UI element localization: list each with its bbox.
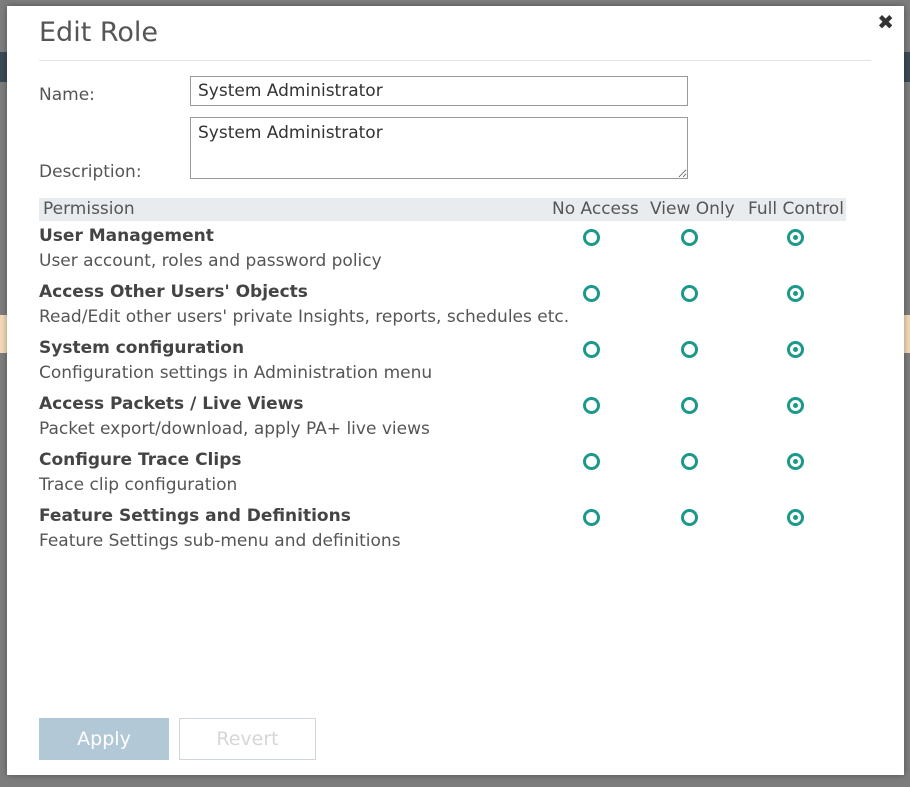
permission-row: Access Other Users' Objects Read/Edit oth… bbox=[39, 282, 846, 338]
radio-full-control[interactable] bbox=[787, 509, 804, 526]
header-full-control: Full Control bbox=[748, 199, 844, 219]
apply-button[interactable]: Apply bbox=[39, 718, 169, 760]
name-input[interactable] bbox=[190, 76, 688, 106]
radio-full-control[interactable] bbox=[787, 229, 804, 246]
radio-no-access[interactable] bbox=[583, 285, 600, 302]
permission-description: Trace clip configuration bbox=[39, 475, 238, 495]
radio-full-control[interactable] bbox=[787, 453, 804, 470]
description-label: Description: bbox=[39, 162, 142, 182]
permission-title: Feature Settings and Definitions bbox=[39, 506, 351, 526]
dialog-title: Edit Role bbox=[39, 17, 159, 48]
header-no-access: No Access bbox=[552, 199, 639, 219]
permission-title: User Management bbox=[39, 226, 214, 246]
revert-button[interactable]: Revert bbox=[179, 718, 316, 760]
permission-description: Read/Edit other users' private Insights,… bbox=[39, 307, 570, 327]
permission-row: Feature Settings and Definitions Feature … bbox=[39, 506, 846, 562]
name-label: Name: bbox=[39, 85, 95, 105]
permission-title: Configure Trace Clips bbox=[39, 450, 242, 470]
permission-row: User Management User account, roles and p… bbox=[39, 226, 846, 282]
close-icon[interactable]: ✖ bbox=[877, 12, 894, 32]
radio-view-only[interactable] bbox=[681, 509, 698, 526]
permission-title: Access Packets / Live Views bbox=[39, 394, 304, 414]
description-textarea[interactable]: System Administrator bbox=[190, 117, 688, 179]
permission-title: Access Other Users' Objects bbox=[39, 282, 308, 302]
permission-row: Configure Trace Clips Trace clip configur… bbox=[39, 450, 846, 506]
permission-description: Configuration settings in Administration… bbox=[39, 363, 433, 383]
permission-row: System configuration Configuration settin… bbox=[39, 338, 846, 394]
radio-no-access[interactable] bbox=[583, 397, 600, 414]
radio-full-control[interactable] bbox=[787, 397, 804, 414]
radio-full-control[interactable] bbox=[787, 341, 804, 358]
radio-no-access[interactable] bbox=[583, 341, 600, 358]
radio-view-only[interactable] bbox=[681, 341, 698, 358]
title-divider bbox=[39, 60, 871, 61]
radio-no-access[interactable] bbox=[583, 229, 600, 246]
header-view-only: View Only bbox=[650, 199, 735, 219]
radio-view-only[interactable] bbox=[681, 285, 698, 302]
edit-role-dialog: ✖ Edit Role Name: Description: System Ad… bbox=[7, 6, 904, 775]
permissions-table-header: Permission No Access View Only Full Cont… bbox=[39, 198, 846, 221]
radio-no-access[interactable] bbox=[583, 509, 600, 526]
radio-view-only[interactable] bbox=[681, 229, 698, 246]
radio-view-only[interactable] bbox=[681, 397, 698, 414]
permission-description: Feature Settings sub-menu and definition… bbox=[39, 531, 401, 551]
permission-description: User account, roles and password policy bbox=[39, 251, 382, 271]
header-permission: Permission bbox=[43, 199, 135, 219]
radio-view-only[interactable] bbox=[681, 453, 698, 470]
radio-no-access[interactable] bbox=[583, 453, 600, 470]
permission-row: Access Packets / Live Views Packet export… bbox=[39, 394, 846, 450]
permission-title: System configuration bbox=[39, 338, 245, 358]
radio-full-control[interactable] bbox=[787, 285, 804, 302]
permission-description: Packet export/download, apply PA+ live v… bbox=[39, 419, 430, 439]
